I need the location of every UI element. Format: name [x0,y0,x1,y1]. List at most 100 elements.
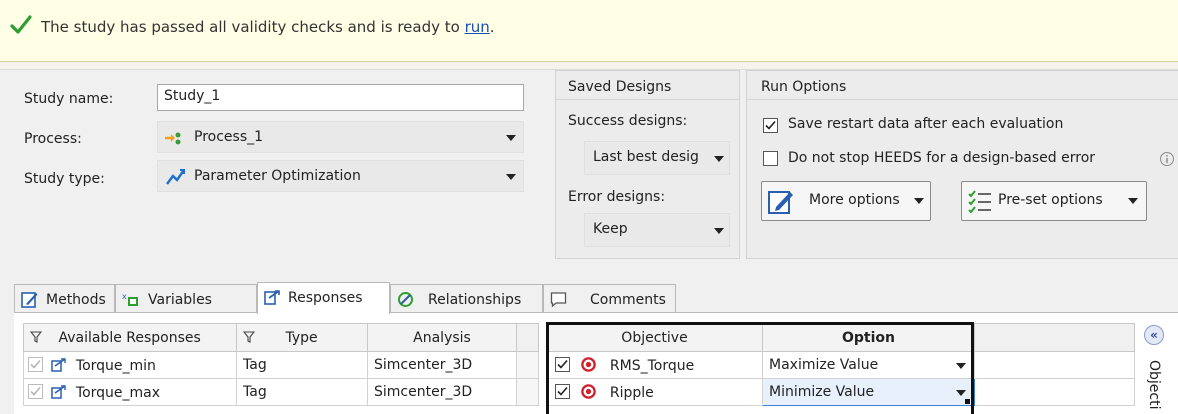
checkmark-icon [557,386,568,396]
relationships-icon [398,292,413,307]
save-restart-checkbox[interactable] [763,118,778,133]
row-checkbox[interactable] [28,383,43,399]
objective-checkbox[interactable] [555,357,570,372]
checkmark-icon [30,359,41,369]
process-icon [165,132,181,145]
objective-checkbox[interactable] [555,384,570,399]
chevron-down-icon [506,135,516,141]
saved-designs-panel: Saved Designs Success designs: Last best… [555,70,740,259]
filter-icon[interactable] [242,330,256,343]
success-designs-value: Last best desig [593,149,699,165]
save-restart-label: Save restart data after each evaluation [788,116,1064,132]
cell-resize-handle[interactable] [965,399,970,404]
tab-variables[interactable]: x Variables [115,284,257,313]
row-spacer [974,378,1135,406]
saved-designs-title: Saved Designs [568,79,672,95]
comments-icon [550,292,567,308]
objective-name: RMS_Torque [609,358,695,374]
tab-comments[interactable]: Comments [543,284,676,313]
tab-relationships-label: Relationships [428,292,522,308]
column-header-type[interactable]: Type [236,323,368,352]
tab-methods[interactable]: Methods [14,284,115,313]
objectives-table: Objective Option RMS_Torque Maximize Val… [546,323,1135,406]
column-header-empty [974,323,1135,352]
chevron-down-icon [714,156,724,162]
error-designs-value: Keep [593,221,628,237]
column-header-option[interactable]: Option [762,323,975,352]
header-label: Available Responses [58,329,201,346]
tab-methods-label: Methods [46,292,106,308]
column-header-objective[interactable]: Objective [546,323,763,352]
response-name: Torque_max [75,384,161,401]
process-select[interactable]: Process_1 [157,121,524,153]
chevron-down-icon [506,174,516,180]
row-spacer [516,378,539,406]
divider [747,99,1178,100]
edit-options-icon [768,191,793,214]
checklist-icon [968,190,991,214]
response-analysis: Simcenter_3D [367,378,517,406]
study-type-value: Parameter Optimization [194,168,361,184]
more-options-button[interactable]: More options [761,181,931,221]
chevron-down-icon [914,198,924,204]
chevron-down-icon [1128,198,1138,204]
preset-options-label: Pre-set options [998,192,1103,208]
table-row[interactable]: Torque_max Tag Simcenter_3D [23,378,539,406]
checkmark-icon [765,120,776,130]
success-designs-select[interactable]: Last best desig [584,141,730,175]
collapse-left-icon[interactable]: « [1144,325,1164,345]
target-icon [581,384,597,399]
tab-relationships[interactable]: Relationships [390,284,543,313]
filter-icon[interactable] [29,330,43,343]
option-value: Maximize Value [769,357,879,373]
banner-message: The study has passed all validity checks… [41,18,495,36]
divider [556,99,739,100]
tab-responses[interactable]: Responses [257,282,390,314]
do-not-stop-checkbox[interactable] [763,151,778,166]
process-label: Process: [24,131,82,147]
preset-options-button[interactable]: Pre-set options [961,181,1147,221]
response-type: Tag [236,378,368,406]
study-type-select[interactable]: Parameter Optimization [157,160,524,192]
error-designs-label: Error designs: [568,189,666,205]
response-tag-icon [51,357,67,372]
study-name-input[interactable]: Study_1 [157,84,524,111]
checkmark-icon [557,359,568,369]
more-options-label: More options [809,192,900,208]
option-select[interactable]: Maximize Value [762,351,975,379]
table-row[interactable]: Torque_min Tag Simcenter_3D [23,351,539,379]
option-select[interactable]: Minimize Value [762,378,975,406]
response-name: Torque_min [75,357,156,374]
table-row[interactable]: Ripple Minimize Value [546,378,1135,406]
objectives-side-tab[interactable]: Objecti [1146,360,1162,410]
chevron-down-icon [714,228,724,234]
info-icon[interactable] [1159,151,1175,167]
variables-icon: x [122,292,138,306]
checkmark-icon [30,386,41,396]
study-name-label: Study name: [24,91,114,107]
error-designs-select[interactable]: Keep [584,213,730,247]
process-value: Process_1 [194,129,264,145]
run-options-panel: Run Options Save restart data after each… [746,70,1178,259]
chevron-down-icon [956,390,966,396]
table-row[interactable]: RMS_Torque Maximize Value [546,351,1135,379]
methods-icon [21,292,38,308]
tab-comments-label: Comments [590,292,666,308]
study-type-label: Study type: [24,171,105,187]
chevron-down-icon [956,363,966,369]
response-analysis: Simcenter_3D [367,351,517,379]
row-checkbox[interactable] [28,356,43,372]
tab-responses-label: Responses [288,290,363,306]
banner-divider [0,62,1178,70]
header-label: Type [285,329,318,346]
success-designs-label: Success designs: [568,113,688,129]
column-header-spacer [516,323,539,352]
row-spacer [974,351,1135,379]
do-not-stop-label: Do not stop HEEDS for a design-based err… [788,150,1096,166]
row-spacer [516,351,539,379]
column-header-analysis[interactable]: Analysis [367,323,517,352]
run-options-title: Run Options [761,79,847,95]
column-header-available-responses[interactable]: Available Responses [23,323,237,352]
run-link[interactable]: run [465,18,490,36]
response-type: Tag [236,351,368,379]
